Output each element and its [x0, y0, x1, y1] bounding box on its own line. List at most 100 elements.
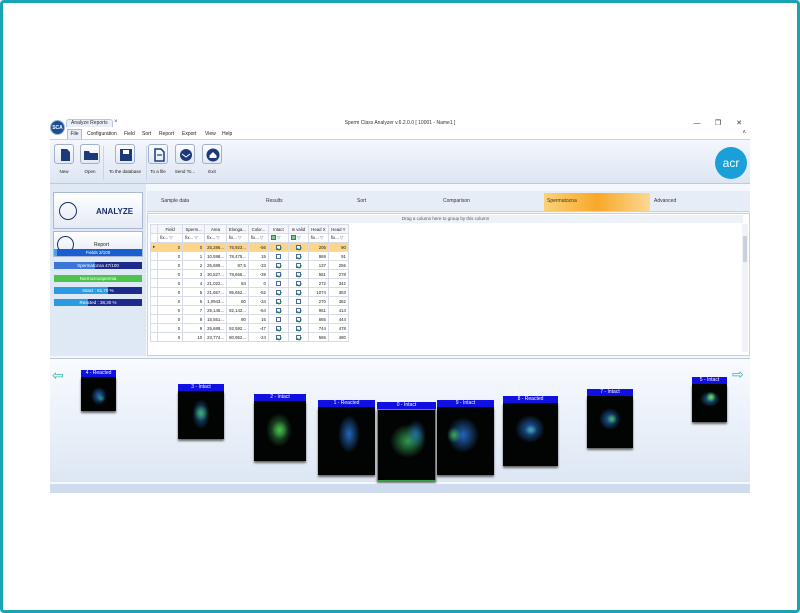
tab-sample-data[interactable]: Sample data: [161, 198, 189, 204]
column-header-head-y[interactable]: Head Y: [327, 224, 349, 234]
column-header-area[interactable]: Area: [204, 224, 227, 234]
is-valid-checkbox[interactable]: [295, 244, 301, 250]
minimize-button[interactable]: —: [690, 118, 704, 129]
table-row[interactable]: 0 9 25,689... 92,592... -47 744 478: [149, 323, 349, 333]
menu-sort[interactable]: Sort: [142, 131, 151, 137]
next-arrow-icon[interactable]: ⇨: [732, 366, 744, 383]
cell-thumbnail[interactable]: 2 - Intact: [254, 394, 306, 461]
previous-arrow-icon[interactable]: ⇦: [52, 367, 64, 384]
cell-thumbnail[interactable]: 4 - Reacted: [81, 370, 116, 411]
is-valid-checkbox[interactable]: [295, 298, 301, 304]
menu-view[interactable]: View: [205, 131, 216, 137]
table-row[interactable]: 0 10 23,774... 80,952... -24 565 480: [149, 332, 349, 342]
column-header-is-valid[interactable]: Is valid: [287, 224, 309, 234]
to-file-button[interactable]: To a file: [148, 144, 168, 182]
table-row[interactable]: 0 8 15,551... 80 16 665 444: [149, 314, 349, 324]
exit-button[interactable]: Exit: [202, 144, 222, 182]
tab-results[interactable]: Results: [266, 198, 283, 204]
filter-funnel-icon[interactable]: ▽: [276, 235, 280, 240]
app-logo-icon[interactable]: SCA: [50, 120, 65, 135]
table-row[interactable]: 0 6 1,0943... 80 -34 270 362: [149, 296, 349, 306]
cell-thumbnail[interactable]: 5 - Intact: [692, 377, 727, 422]
is-valid-checkbox[interactable]: [295, 253, 301, 259]
column-header-intact[interactable]: Intact: [267, 224, 289, 234]
menu-field[interactable]: Field: [124, 131, 135, 137]
intact-checkbox[interactable]: [275, 334, 281, 340]
table-row[interactable]: 0 3 30,527... 78,666... -39 551 278: [149, 269, 349, 279]
to-database-button[interactable]: To the database: [106, 144, 144, 182]
filter-funnel-icon[interactable]: ▽: [339, 235, 343, 240]
send-to-button[interactable]: Send To...: [174, 144, 196, 182]
table-row[interactable]: ▸ 0 0 25,286... 76,923... -56 205 90: [149, 242, 349, 252]
row-indicator[interactable]: [149, 314, 159, 324]
table-row[interactable]: 0 2 25,689... 87,5 -33 137 255: [149, 260, 349, 270]
intact-checkbox[interactable]: [275, 325, 281, 331]
table-row[interactable]: 0 1 10,598... 78,475... 15 869 91: [149, 251, 349, 261]
cell-thumbnail[interactable]: 3 - Intact: [178, 384, 224, 439]
filter-funnel-icon[interactable]: ▽: [259, 235, 263, 240]
tab-spermatozoa[interactable]: Spermatozoa: [547, 198, 577, 204]
column-filter[interactable]: fix... ▽: [225, 233, 249, 243]
cell-thumbnail[interactable]: 9 - Intact: [437, 400, 494, 475]
row-indicator[interactable]: [149, 305, 159, 315]
table-row[interactable]: 0 7 29,145... 82,142... -54 951 414: [149, 305, 349, 315]
is-valid-checkbox[interactable]: [295, 307, 301, 313]
column-filter[interactable]: ▽: [267, 233, 289, 243]
cell-thumbnail[interactable]: 0 - Intact: [377, 402, 436, 481]
table-row[interactable]: 0 4 21,022... 84 0 272 342: [149, 278, 349, 288]
filter-checkbox[interactable]: [270, 235, 276, 241]
tab-comparison[interactable]: Comparison: [443, 198, 470, 204]
row-indicator[interactable]: [149, 269, 159, 279]
row-indicator[interactable]: [149, 323, 159, 333]
intact-checkbox[interactable]: [275, 244, 281, 250]
column-filter[interactable]: fix... ▽: [204, 233, 227, 243]
tab-sort[interactable]: Sort: [357, 198, 366, 204]
column-header-head-x[interactable]: Head X: [307, 224, 329, 234]
filter-checkbox[interactable]: [290, 235, 296, 241]
menu-export[interactable]: Export: [182, 131, 196, 137]
scrollbar-thumb[interactable]: [743, 236, 747, 262]
filter-funnel-icon[interactable]: ▽: [193, 235, 197, 240]
row-indicator[interactable]: [149, 260, 159, 270]
intact-checkbox[interactable]: [275, 298, 281, 304]
column-header-sperm[interactable]: Sperm...: [182, 224, 206, 234]
grid-vertical-scrollbar[interactable]: [742, 224, 748, 352]
filter-funnel-icon[interactable]: ▽: [168, 235, 172, 240]
column-header-elongation[interactable]: Elonga...: [225, 224, 249, 234]
intact-checkbox[interactable]: [275, 316, 281, 322]
document-tab[interactable]: Analyze Reports: [66, 119, 113, 127]
row-indicator[interactable]: [149, 296, 159, 306]
tab-advanced[interactable]: Advanced: [654, 198, 676, 204]
intact-checkbox[interactable]: [275, 262, 281, 268]
filter-funnel-icon[interactable]: ▽: [296, 235, 300, 240]
is-valid-checkbox[interactable]: [295, 334, 301, 340]
column-filter[interactable]: ▽: [287, 233, 309, 243]
filter-funnel-icon[interactable]: ▽: [319, 235, 323, 240]
row-indicator[interactable]: [149, 287, 159, 297]
row-indicator[interactable]: [149, 332, 159, 342]
restore-button[interactable]: ❐: [711, 118, 725, 129]
is-valid-checkbox[interactable]: [295, 271, 301, 277]
collapse-ribbon-icon[interactable]: ˄: [742, 130, 746, 136]
intact-checkbox[interactable]: [275, 253, 281, 259]
table-row[interactable]: 0 5 21,657... 95,652... -52 1074 353: [149, 287, 349, 297]
is-valid-checkbox[interactable]: [295, 316, 301, 322]
cell-thumbnail[interactable]: 8 - Reacted: [503, 396, 558, 466]
column-header-field[interactable]: Field: [157, 224, 184, 234]
menu-configuration[interactable]: Configuration: [87, 131, 117, 137]
column-filter[interactable]: fix... ▽: [157, 233, 184, 243]
row-indicator[interactable]: [149, 251, 159, 261]
new-button[interactable]: New: [54, 144, 74, 182]
intact-checkbox[interactable]: [275, 307, 281, 313]
intact-checkbox[interactable]: [275, 271, 281, 277]
row-indicator[interactable]: ▸: [149, 242, 159, 252]
document-tab-close-icon[interactable]: ×: [114, 119, 118, 126]
column-header-color[interactable]: Color...: [247, 224, 269, 234]
is-valid-checkbox[interactable]: [295, 280, 301, 286]
is-valid-checkbox[interactable]: [295, 262, 301, 268]
cell-thumbnail[interactable]: 7 - Intact: [587, 389, 633, 448]
row-indicator[interactable]: [149, 278, 159, 288]
is-valid-checkbox[interactable]: [295, 289, 301, 295]
column-filter[interactable]: fix... ▽: [327, 233, 349, 243]
is-valid-checkbox[interactable]: [295, 325, 301, 331]
